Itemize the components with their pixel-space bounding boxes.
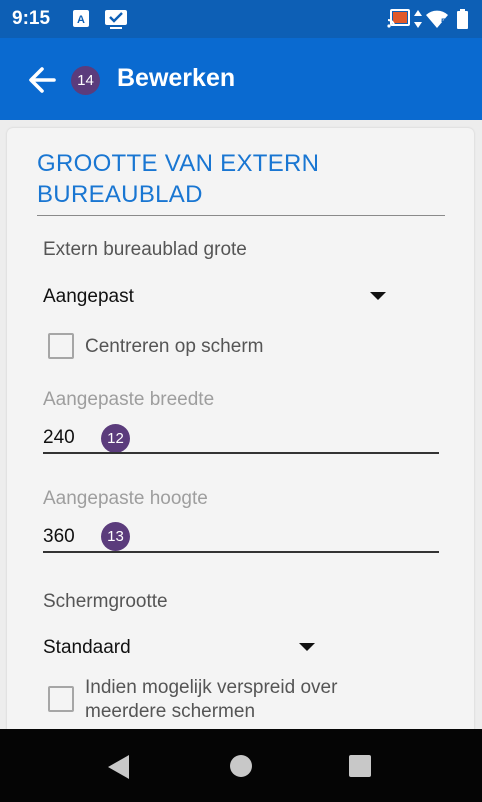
badge-13: 13: [101, 522, 130, 551]
section-divider: [37, 215, 445, 216]
keyboard-a-icon: A: [73, 10, 89, 27]
page-title: Bewerken: [117, 64, 236, 92]
remote-size-dropdown[interactable]: Aangepast: [37, 278, 397, 316]
dropdown-arrow-icon: [299, 643, 315, 651]
width-input[interactable]: 240 12: [43, 420, 439, 456]
center-checkbox[interactable]: [48, 333, 74, 359]
data-arrows-icon: [414, 10, 422, 28]
svg-text:A: A: [77, 14, 85, 26]
section-title: GROOTTE VAN EXTERN BUREAUBLAD: [37, 150, 320, 208]
width-value: 240: [43, 427, 75, 448]
height-label: Aangepaste hoogte: [43, 488, 208, 509]
screen-size-value: Standaard: [43, 637, 131, 658]
width-label: Aangepaste breedte: [43, 389, 215, 410]
badge-12: 12: [101, 424, 130, 453]
status-time: 9:15: [12, 8, 51, 29]
navigation-bar: [0, 729, 482, 802]
height-input[interactable]: 360 13: [43, 519, 439, 555]
network-label: 5: [441, 17, 447, 27]
spread-label: Indien mogelijk verspreid over meerdere …: [85, 677, 338, 722]
remote-size-label: Extern bureaublad grote: [43, 239, 247, 260]
remote-size-value: Aangepast: [43, 286, 134, 307]
back-arrow-icon[interactable]: [24, 60, 64, 100]
nav-home-icon[interactable]: [230, 755, 252, 777]
dropdown-arrow-icon: [370, 292, 386, 300]
status-bar: 9:15 A 5: [0, 0, 482, 38]
screen-check-icon: [105, 10, 127, 29]
screen-size-dropdown[interactable]: Standaard: [37, 628, 327, 666]
spread-checkbox[interactable]: [48, 686, 74, 712]
cast-icon: [387, 9, 410, 28]
height-value: 360: [43, 526, 75, 547]
nav-recents-icon[interactable]: [349, 755, 371, 777]
height-underline: [43, 551, 439, 553]
app-bar: 14 Bewerken: [0, 38, 482, 120]
battery-icon: [457, 9, 468, 29]
nav-back-icon[interactable]: [108, 755, 129, 779]
badge-14: 14: [71, 66, 100, 95]
screen-size-label: Schermgrootte: [43, 591, 168, 612]
width-underline: [43, 452, 439, 454]
center-label: Centreren op scherm: [85, 336, 264, 357]
